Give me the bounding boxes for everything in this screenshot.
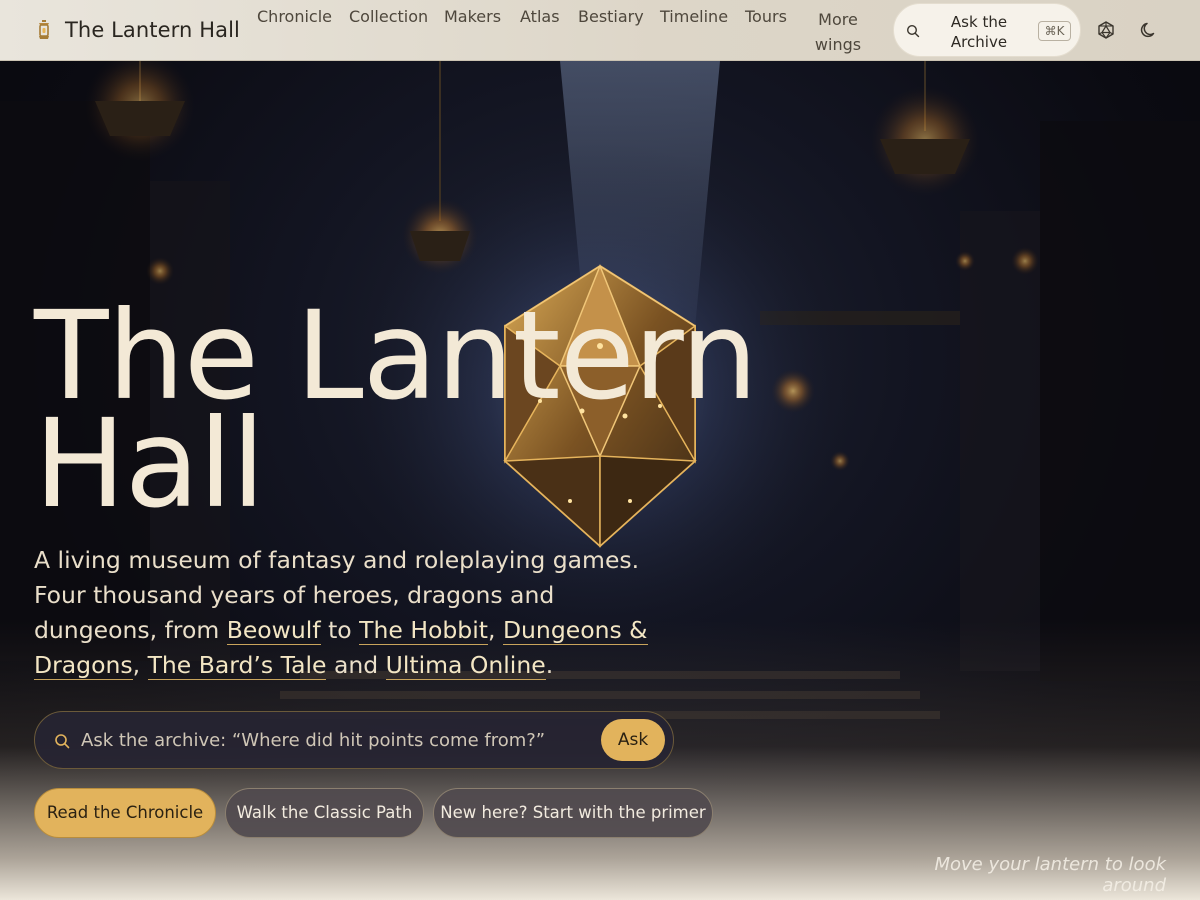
lantern-icon xyxy=(39,20,49,39)
ask-archive-label: Ask the Archive xyxy=(950,13,1008,51)
nav-tours[interactable]: Tours xyxy=(745,7,787,27)
brand-title: The Lantern Hall xyxy=(65,18,240,42)
desc-sep-to: to xyxy=(328,616,352,644)
site-header: The Lantern Hall Chronicle Collection Ma… xyxy=(0,0,1200,61)
hero-section: The Lantern Hall A living museum of fant… xyxy=(0,61,1200,900)
desc-sep-comma-1: , xyxy=(487,616,496,644)
link-ultima-online[interactable]: Ultima Online xyxy=(385,651,546,680)
nav-more-line1: More xyxy=(818,10,858,29)
start-primer-button[interactable]: New here? Start with the primer xyxy=(433,788,713,838)
nav-more-wings[interactable]: More wings xyxy=(812,7,864,57)
search-icon xyxy=(906,24,920,38)
archive-search-input[interactable] xyxy=(81,722,591,758)
hero-description: A living museum of fantasy and roleplayi… xyxy=(34,543,684,683)
hero-title: The Lantern Hall xyxy=(34,295,794,525)
nav-timeline[interactable]: Timeline xyxy=(660,7,728,27)
nav-makers[interactable]: Makers xyxy=(444,7,501,27)
ask-button[interactable]: Ask xyxy=(601,719,665,761)
nav-more-line2: wings xyxy=(814,35,862,54)
archive-search-bar: Ask xyxy=(34,711,674,769)
nav-chronicle[interactable]: Chronicle xyxy=(257,7,332,27)
lantern-hint: Move your lantern to look around xyxy=(934,854,1166,896)
desc-sep-period: . xyxy=(545,651,554,679)
moon-icon[interactable] xyxy=(1138,19,1160,41)
nav-atlas[interactable]: Atlas xyxy=(520,7,560,27)
link-the-hobbit[interactable]: The Hobbit xyxy=(359,616,488,645)
nav-collection[interactable]: Collection xyxy=(349,7,428,27)
link-beowulf[interactable]: Beowulf xyxy=(226,616,321,645)
read-chronicle-button[interactable]: Read the Chronicle xyxy=(34,788,216,838)
walk-classic-path-button[interactable]: Walk the Classic Path xyxy=(225,788,424,838)
hero-title-line2: Hall xyxy=(34,393,265,535)
d20-icon[interactable] xyxy=(1095,19,1117,41)
ask-archive-button[interactable]: Ask the Archive ⌘K xyxy=(893,3,1081,57)
keyboard-shortcut: ⌘K xyxy=(1038,21,1071,41)
desc-sep-and: and xyxy=(333,651,379,679)
link-the-bards-tale[interactable]: The Bard’s Tale xyxy=(147,651,327,680)
brand-link[interactable]: The Lantern Hall xyxy=(36,16,240,44)
nav-bestiary[interactable]: Bestiary xyxy=(578,7,644,27)
desc-sep-comma-2: , xyxy=(132,651,141,679)
search-icon xyxy=(55,734,70,749)
